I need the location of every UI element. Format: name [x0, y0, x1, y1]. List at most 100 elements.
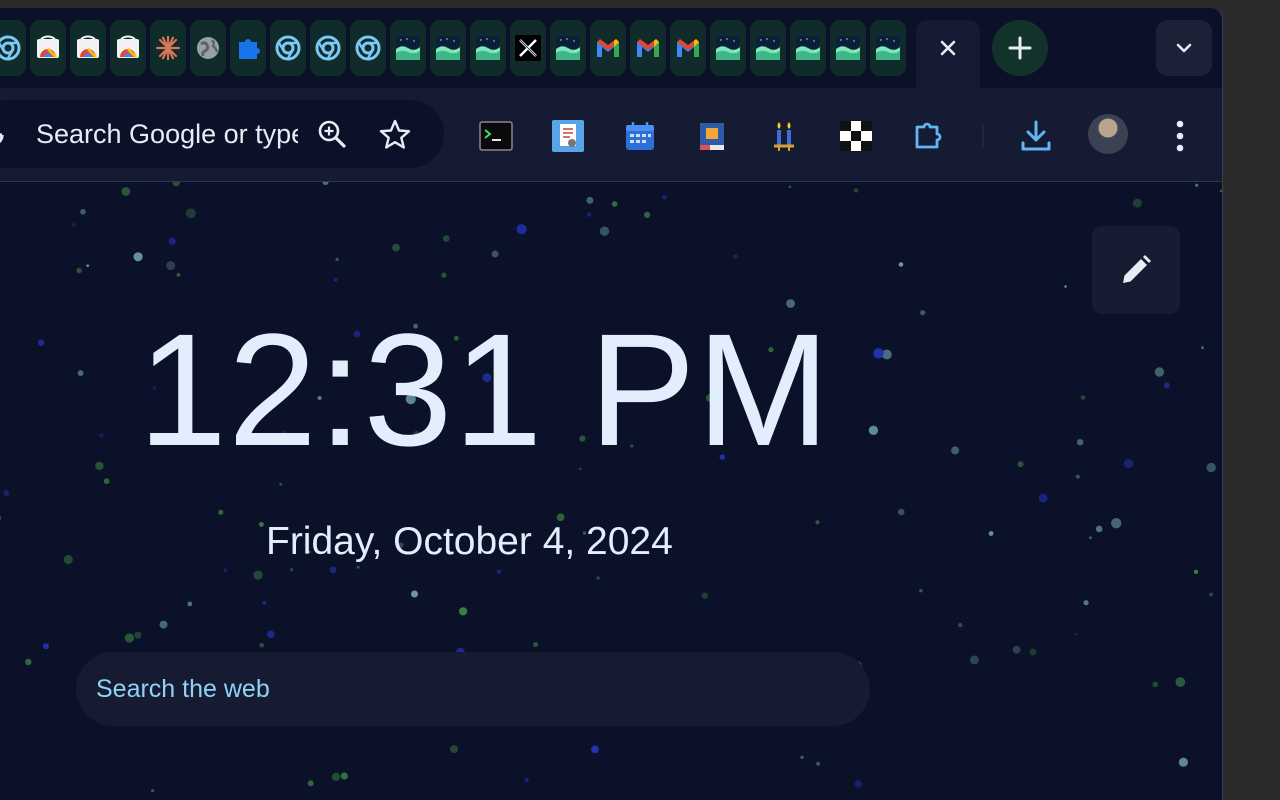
- star-particle: [815, 520, 820, 525]
- tab[interactable]: [830, 20, 866, 76]
- gmail-icon: [677, 39, 699, 57]
- tab[interactable]: [750, 20, 786, 76]
- star-particle: [1074, 632, 1078, 636]
- book-icon[interactable]: [694, 118, 730, 154]
- star-particle: [441, 272, 447, 278]
- tab[interactable]: [670, 20, 706, 76]
- star-particle: [1178, 757, 1188, 767]
- tab[interactable]: [230, 20, 266, 76]
- download-icon[interactable]: [1018, 118, 1054, 154]
- star-particle: [1088, 536, 1092, 540]
- star-particle: [176, 273, 181, 277]
- tab[interactable]: [430, 20, 466, 76]
- star-particle: [80, 209, 86, 215]
- tab[interactable]: [470, 20, 506, 76]
- tab[interactable]: [710, 20, 746, 76]
- chrome-web-store-icon: [117, 35, 139, 59]
- star-particle: [1012, 645, 1021, 654]
- star-particle: [443, 235, 450, 242]
- star-particle: [340, 772, 348, 780]
- avatar[interactable]: [1088, 114, 1128, 154]
- star-particle: [1123, 458, 1134, 469]
- star-particle: [596, 576, 600, 580]
- omnibox-text[interactable]: Search Google or type a URL: [36, 116, 298, 152]
- search-input[interactable]: [96, 670, 836, 708]
- new-tab-page: 12:31 PM Friday, October 4, 2024: [0, 182, 1222, 800]
- star-particle: [307, 780, 314, 787]
- star-particle: [491, 250, 499, 258]
- star-particle: [223, 568, 227, 572]
- tab[interactable]: [270, 20, 306, 76]
- search-box[interactable]: [76, 652, 870, 726]
- star-particle: [1152, 681, 1159, 688]
- tab-strip: [0, 8, 1222, 88]
- star-particle: [1195, 183, 1199, 187]
- star-particle: [335, 257, 339, 262]
- close-icon[interactable]: [938, 38, 958, 58]
- terminal-icon[interactable]: [478, 118, 514, 154]
- tab[interactable]: [550, 20, 586, 76]
- star-particle: [701, 592, 708, 599]
- candles-icon[interactable]: [766, 118, 802, 154]
- chrome-icon: [315, 35, 341, 61]
- tab[interactable]: [30, 20, 66, 76]
- tab[interactable]: [190, 20, 226, 76]
- star-particle: [331, 772, 341, 781]
- tab[interactable]: [350, 20, 386, 76]
- tab[interactable]: [790, 20, 826, 76]
- star-particle: [151, 789, 154, 793]
- tab[interactable]: [590, 20, 626, 76]
- tab[interactable]: [630, 20, 666, 76]
- star-particle: [124, 633, 134, 643]
- tab[interactable]: [510, 20, 546, 76]
- browser-window: Search Google or type a URL: [0, 8, 1223, 800]
- crossword-icon[interactable]: [838, 118, 874, 154]
- kebab-menu-icon[interactable]: [1166, 116, 1194, 156]
- tab-search-button[interactable]: [1156, 20, 1212, 76]
- tab[interactable]: [110, 20, 146, 76]
- plus-icon: [1008, 36, 1032, 60]
- tab[interactable]: [150, 20, 186, 76]
- star-particle: [868, 425, 879, 435]
- star-icon[interactable]: [378, 118, 412, 152]
- toolbar: Search Google or type a URL: [0, 88, 1222, 182]
- zoom-icon[interactable]: [316, 118, 348, 150]
- pdf-editor-icon[interactable]: [550, 118, 586, 154]
- active-tab[interactable]: [916, 20, 980, 88]
- clock-date: Friday, October 4, 2024: [266, 520, 673, 563]
- google-g-icon: [0, 127, 4, 144]
- extensions-puzzle-icon[interactable]: [910, 118, 946, 154]
- calendar-icon[interactable]: [622, 118, 658, 154]
- gmail-icon: [597, 39, 619, 57]
- new-tab-button[interactable]: [992, 20, 1048, 76]
- tab[interactable]: [870, 20, 906, 76]
- customize-button[interactable]: [1092, 226, 1180, 314]
- star-particle: [1206, 462, 1216, 473]
- star-particle: [3, 490, 10, 497]
- star-particle: [1080, 395, 1086, 400]
- star-particle: [1193, 569, 1199, 574]
- wave-icon: [556, 36, 580, 60]
- tab[interactable]: [390, 20, 426, 76]
- star-particle: [1038, 493, 1048, 503]
- star-particle: [919, 589, 923, 593]
- wave-icon: [876, 36, 900, 60]
- tab[interactable]: [310, 20, 346, 76]
- chrome-web-store-icon: [37, 35, 59, 59]
- chrome-icon: [0, 35, 21, 61]
- star-particle: [99, 433, 104, 438]
- star-particle: [591, 745, 599, 754]
- omnibox[interactable]: Search Google or type a URL: [0, 100, 444, 168]
- star-particle: [459, 607, 468, 616]
- star-particle: [159, 620, 168, 629]
- tab[interactable]: [70, 20, 106, 76]
- tab[interactable]: [0, 20, 26, 76]
- star-particle: [1095, 525, 1103, 533]
- star-particle: [611, 201, 618, 207]
- star-particle: [1017, 461, 1024, 468]
- wave-icon: [836, 36, 860, 60]
- star-particle: [168, 237, 176, 245]
- globe-icon: [197, 37, 219, 59]
- chrome-icon: [275, 35, 301, 61]
- gmail-icon: [637, 39, 659, 57]
